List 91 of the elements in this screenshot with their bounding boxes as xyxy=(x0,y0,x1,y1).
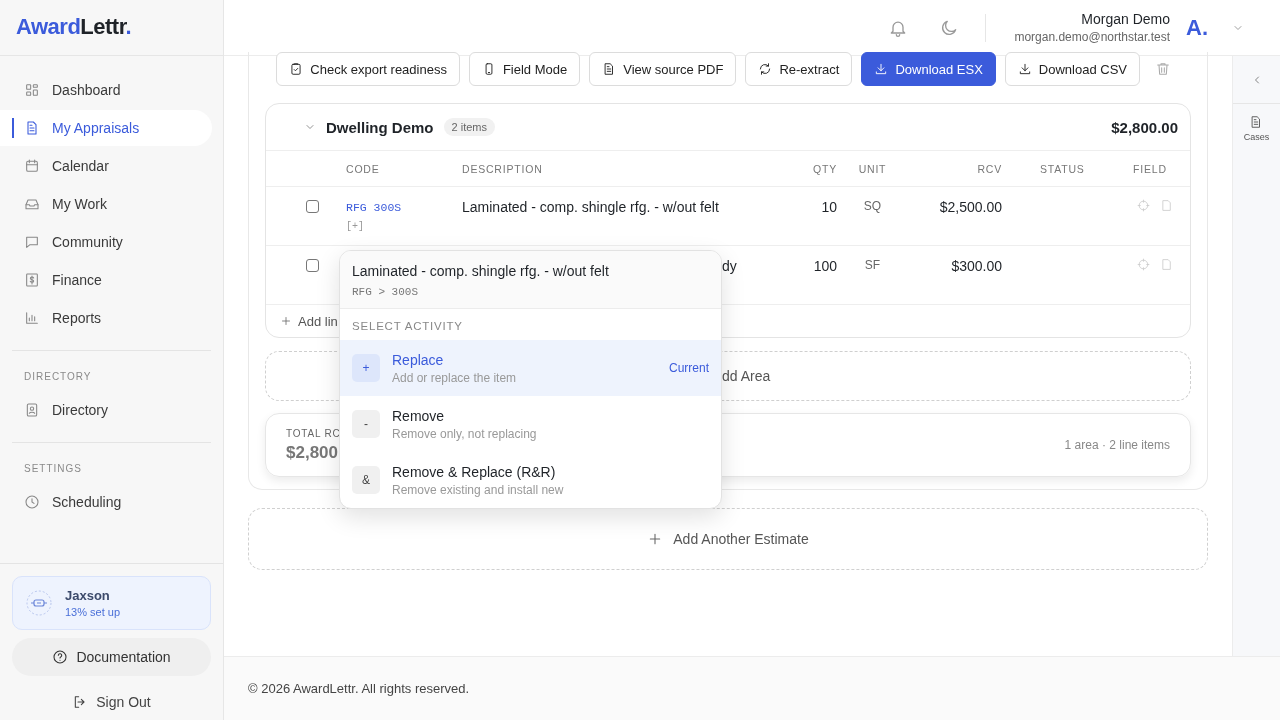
section-heading: DIRECTORY xyxy=(23,370,93,384)
clock-icon xyxy=(24,494,40,510)
column-header: RCV xyxy=(976,162,1003,175)
sidebar-item[interactable]: Dashboard xyxy=(0,72,212,108)
sidebar-item[interactable]: Scheduling xyxy=(0,484,212,520)
activity-hint: Add or replace the item xyxy=(392,370,517,385)
toolbar-button[interactable]: Field Mode xyxy=(468,52,581,86)
item-count: 2 items xyxy=(443,118,495,136)
download-icon xyxy=(1017,62,1032,76)
quantity: 100 xyxy=(812,258,838,274)
item-code[interactable]: RFG 300S xyxy=(340,201,456,214)
sidebar-item[interactable]: Reports xyxy=(0,300,212,336)
file-icon xyxy=(1160,199,1173,212)
dashboard-icon xyxy=(24,82,40,98)
sidebar-item[interactable]: My Work xyxy=(0,186,212,222)
plus-icon xyxy=(280,315,292,327)
assistant-subtitle: 13% set up xyxy=(65,606,121,618)
popover-title: Laminated - comp. shingle rfg. - w/out felt xyxy=(352,263,610,279)
assistant-card[interactable]: Jaxson 13% set up xyxy=(12,576,211,630)
sidebar-item[interactable]: Finance xyxy=(0,262,212,298)
section-heading: SELECT ACTIVITY xyxy=(351,319,464,334)
sidebar-item[interactable]: Directory xyxy=(0,392,212,428)
activity-label: Replace xyxy=(392,351,445,368)
quantity: 10 xyxy=(820,199,838,215)
activity-label: Remove & Replace (R&R) xyxy=(392,463,557,480)
cases-button[interactable]: Cases xyxy=(1237,114,1276,143)
item-description: dy xyxy=(722,258,737,274)
copyright-text: © 2026 AwardLettr. All rights reserved. xyxy=(248,681,470,696)
column-header: STATUS xyxy=(1039,162,1086,175)
add-line-button[interactable]: Add lin xyxy=(266,305,338,337)
contact-card-icon xyxy=(24,402,40,418)
avatar-logo[interactable]: A. xyxy=(1186,14,1208,41)
crosshair-icon xyxy=(1137,199,1150,212)
rcv-amount: $300.00 xyxy=(950,258,1003,274)
column-header: FIELD xyxy=(1132,162,1168,175)
area-total: $2,800.00 xyxy=(1111,118,1178,136)
clipboard-check-icon xyxy=(289,62,304,76)
sidebar-item[interactable]: Community xyxy=(0,224,212,260)
help-icon xyxy=(52,649,69,665)
user-email: morgan.demo@northstar.test xyxy=(1014,30,1170,44)
toolbar-button[interactable]: Download ESX xyxy=(861,52,996,86)
inbox-icon xyxy=(24,196,40,212)
activity-option[interactable]: + Replace Add or replace the item Current xyxy=(340,340,721,396)
item-path: RFG > 300S xyxy=(352,286,419,298)
sidebar-item[interactable]: My Appraisals xyxy=(0,110,212,146)
calendar-icon xyxy=(24,158,40,174)
activity-symbol: + xyxy=(352,354,380,382)
app-logo[interactable]: AwardLettr. xyxy=(16,14,132,40)
sign-out-button[interactable]: Sign Out xyxy=(12,684,211,720)
file-icon xyxy=(1160,258,1173,271)
current-label: Current xyxy=(669,361,709,375)
documentation-button[interactable]: Documentation xyxy=(12,638,211,676)
code-note: [+] xyxy=(345,221,365,232)
refresh-icon xyxy=(758,62,773,76)
unit: SQ xyxy=(862,199,883,213)
toolbar-button[interactable]: Check export readiness xyxy=(276,52,460,86)
column-header: QTY xyxy=(812,162,838,175)
chat-bubble-icon xyxy=(24,234,40,250)
assistant-name: Jaxson xyxy=(65,588,111,603)
total-label: TOTAL RC xyxy=(286,427,341,439)
section-heading: SETTINGS xyxy=(23,462,83,476)
activity-hint: Remove only, not replacing xyxy=(392,426,537,441)
column-header: CODE xyxy=(345,162,381,175)
area-title: Dwelling Demo xyxy=(326,118,434,136)
dollar-icon xyxy=(24,272,40,288)
column-header: UNIT xyxy=(857,162,888,175)
row-checkbox[interactable] xyxy=(306,259,319,272)
row-checkbox[interactable] xyxy=(306,200,319,213)
activity-label: Remove xyxy=(392,407,446,424)
robot-icon xyxy=(25,589,53,617)
download-icon xyxy=(874,62,889,76)
sidebar-item[interactable]: Calendar xyxy=(0,148,212,184)
user-name: Morgan Demo xyxy=(1080,11,1170,27)
unit: SF xyxy=(863,258,882,272)
activity-option[interactable]: & Remove & Replace (R&R) Remove existing and install new xyxy=(340,452,721,508)
total-amount: $2,800 xyxy=(286,442,339,463)
activity-hint: Remove existing and install new xyxy=(392,482,564,497)
activity-symbol: - xyxy=(352,410,380,438)
toolbar-button[interactable]: View source PDF xyxy=(589,52,737,86)
column-header: DESCRIPTION xyxy=(461,162,544,175)
totals-summary: 1 area · 2 line items xyxy=(1064,438,1170,452)
activity-symbol: & xyxy=(352,466,380,494)
toolbar-button[interactable]: Download CSV xyxy=(1004,52,1140,86)
document-icon xyxy=(24,120,40,136)
rcv-amount: $2,500.00 xyxy=(938,199,1003,215)
trash-icon[interactable] xyxy=(1155,61,1171,77)
bar-chart-icon xyxy=(24,310,40,326)
toolbar-button[interactable]: Re-extract xyxy=(745,52,853,86)
item-description: Laminated - comp. shingle rfg. - w/out felt xyxy=(461,199,720,215)
crosshair-icon xyxy=(1137,258,1150,271)
add-estimate-button[interactable]: Add Another Estimate xyxy=(248,508,1208,570)
